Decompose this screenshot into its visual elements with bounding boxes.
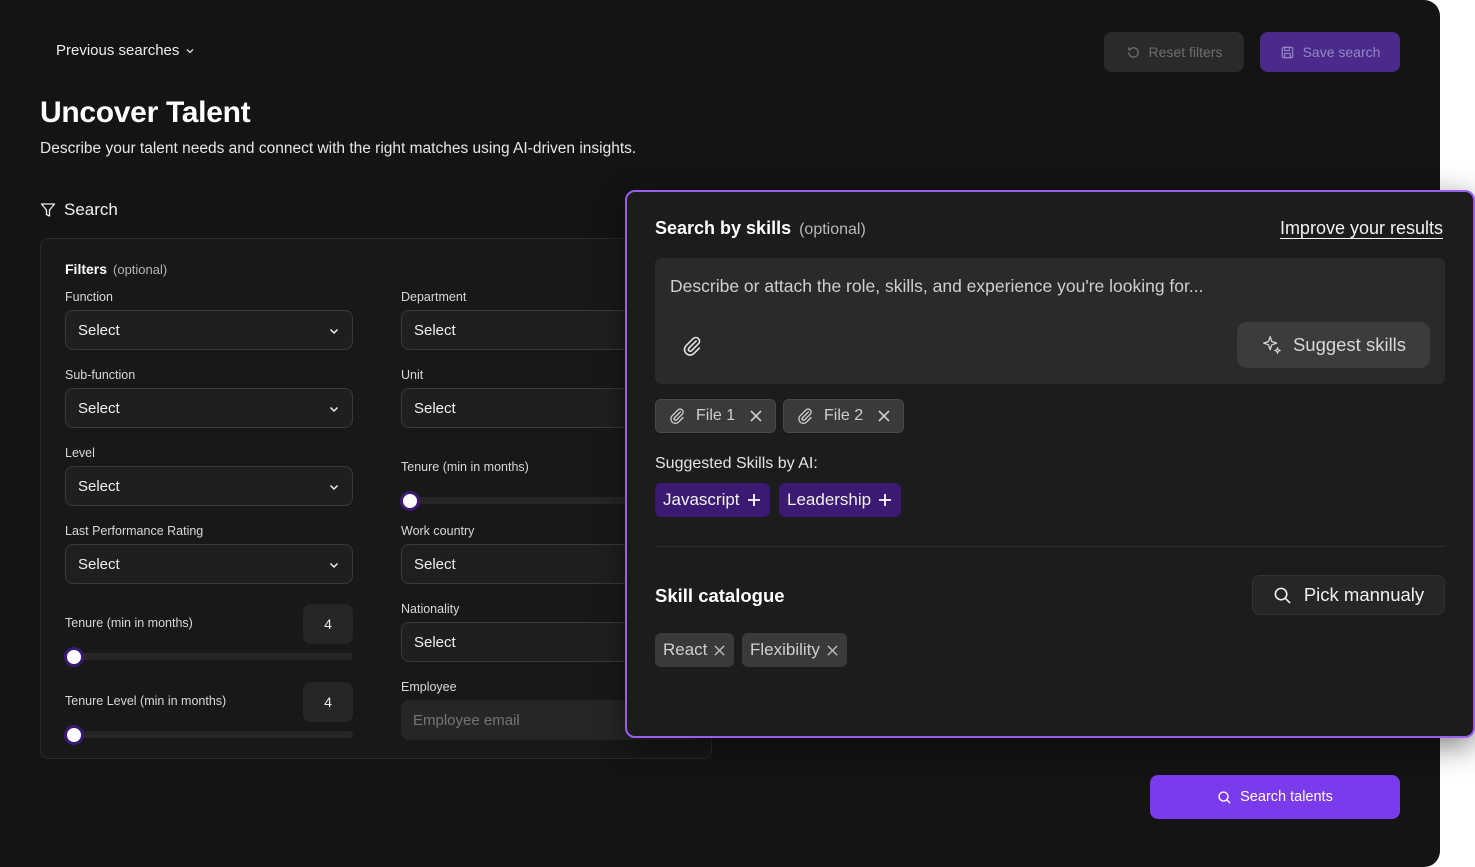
sub-function-label: Sub-function (65, 368, 136, 382)
tenure-slider-thumb[interactable] (64, 647, 84, 667)
plus-icon (747, 494, 760, 506)
filters-title-text: Filters (65, 261, 108, 277)
file-chip-label: File 1 (696, 407, 736, 424)
chevron-down-icon (186, 48, 194, 53)
save-search-label: Save search (1302, 44, 1381, 60)
level-select[interactable]: Select (65, 466, 353, 506)
search-icon (1274, 587, 1291, 604)
suggested-skill-label: Javascript (663, 490, 740, 509)
paperclip-icon[interactable] (681, 335, 703, 357)
suggest-skills-label: Suggest skills (1292, 334, 1407, 355)
paperclip-icon (670, 408, 684, 425)
suggested-skill-label: Leadership (787, 490, 872, 509)
page-title: Uncover Talent (40, 96, 251, 129)
level-select-value: Select (78, 477, 120, 495)
pick-manually-label: Pick mannualy (1303, 584, 1425, 605)
catalogue-skill-chip[interactable]: React (655, 633, 735, 667)
tenure-level-value-box[interactable]: 4 (303, 682, 353, 722)
filters-panel: Filters (optional) Function Select Sub-fu… (40, 238, 712, 759)
suggested-skill-chip[interactable]: Leadership (779, 483, 902, 517)
unit-select-value: Select (414, 399, 456, 417)
search-talents-label: Search talents (1240, 789, 1333, 805)
level-label: Level (65, 446, 95, 460)
paperclip-icon (798, 408, 812, 425)
tenure-level-label: Tenure Level (min in months) (65, 694, 227, 708)
filters-title: Filters (optional) (65, 261, 167, 277)
work-country-select-value: Select (414, 555, 456, 573)
file-chip[interactable]: File 1 (655, 399, 777, 433)
close-icon[interactable] (877, 409, 891, 423)
tenure-slider-track[interactable] (65, 653, 353, 660)
chevron-down-icon (329, 406, 339, 413)
catalogue-skill-label: React (663, 640, 708, 659)
skills-panel-title-text: Search by skills (655, 218, 792, 238)
employee-label: Employee (401, 680, 457, 694)
search-talents-button[interactable]: Search talents (1150, 775, 1400, 819)
tenure-value-box[interactable]: 4 (303, 604, 353, 644)
section-divider (655, 546, 1445, 547)
sparkle-icon (1263, 336, 1281, 354)
file-chip[interactable]: File 2 (783, 399, 905, 433)
skill-catalogue-title: Skill catalogue (655, 585, 785, 606)
function-select-value: Select (78, 321, 120, 339)
suggested-skills-label: Suggested Skills by AI: (655, 455, 818, 472)
search-icon (1218, 790, 1231, 804)
filter-funnel-icon (40, 203, 56, 217)
skills-panel-title: Search by skills (optional) (655, 218, 866, 239)
work-country-label: Work country (401, 524, 475, 538)
improve-results-link[interactable]: Improve your results (1280, 218, 1443, 239)
function-label: Function (65, 290, 113, 304)
department-select-value: Select (414, 321, 456, 339)
search-section-header: Search (40, 200, 118, 220)
function-select[interactable]: Select (65, 310, 353, 350)
chevron-down-icon (329, 562, 339, 569)
pick-manually-button[interactable]: Pick mannualy (1252, 575, 1445, 615)
page-subtitle: Describe your talent needs and connect w… (40, 140, 637, 157)
reset-filters-button[interactable]: Reset filters (1104, 32, 1244, 72)
previous-searches-dropdown[interactable]: Previous searches (56, 42, 195, 59)
suggested-skill-chip[interactable]: Javascript (655, 483, 770, 517)
last-performance-select[interactable]: Select (65, 544, 353, 584)
last-performance-select-value: Select (78, 555, 120, 573)
close-icon[interactable] (826, 644, 839, 657)
tenure-right-label: Tenure (min in months) (401, 460, 529, 474)
unit-label: Unit (401, 368, 424, 382)
nationality-label: Nationality (401, 602, 460, 616)
close-icon[interactable] (749, 409, 763, 423)
filters-optional: (optional) (113, 262, 168, 277)
chevron-down-icon (329, 484, 339, 491)
file-chip-label: File 2 (824, 407, 864, 424)
tenure-label: Tenure (min in months) (65, 616, 193, 630)
chevron-down-icon (329, 328, 339, 335)
save-icon (1281, 46, 1293, 58)
department-label: Department (401, 290, 467, 304)
sub-function-select[interactable]: Select (65, 388, 353, 428)
previous-searches-label: Previous searches (56, 42, 180, 59)
role-description-textarea[interactable]: Describe or attach the role, skills, and… (655, 258, 1445, 384)
search-by-skills-panel: Search by skills (optional) Improve your … (625, 190, 1475, 738)
tenure-right-slider-thumb[interactable] (400, 491, 420, 511)
reset-filters-label: Reset filters (1148, 44, 1223, 60)
role-description-placeholder: Describe or attach the role, skills, and… (670, 276, 1204, 296)
tenure-level-slider-track[interactable] (65, 731, 353, 738)
sub-function-select-value: Select (78, 399, 120, 417)
tenure-level-slider-thumb[interactable] (64, 725, 84, 745)
reset-icon (1127, 46, 1139, 58)
last-performance-label: Last Performance Rating (65, 524, 204, 538)
skills-panel-optional: (optional) (799, 221, 866, 238)
suggest-skills-button[interactable]: Suggest skills (1237, 322, 1430, 368)
catalogue-skill-label: Flexibility (750, 640, 820, 659)
plus-icon (879, 494, 892, 506)
catalogue-skill-chip[interactable]: Flexibility (742, 633, 847, 667)
search-section-label: Search (64, 200, 118, 219)
close-icon[interactable] (713, 644, 726, 657)
save-search-button[interactable]: Save search (1260, 32, 1400, 72)
nationality-select-value: Select (414, 633, 456, 651)
